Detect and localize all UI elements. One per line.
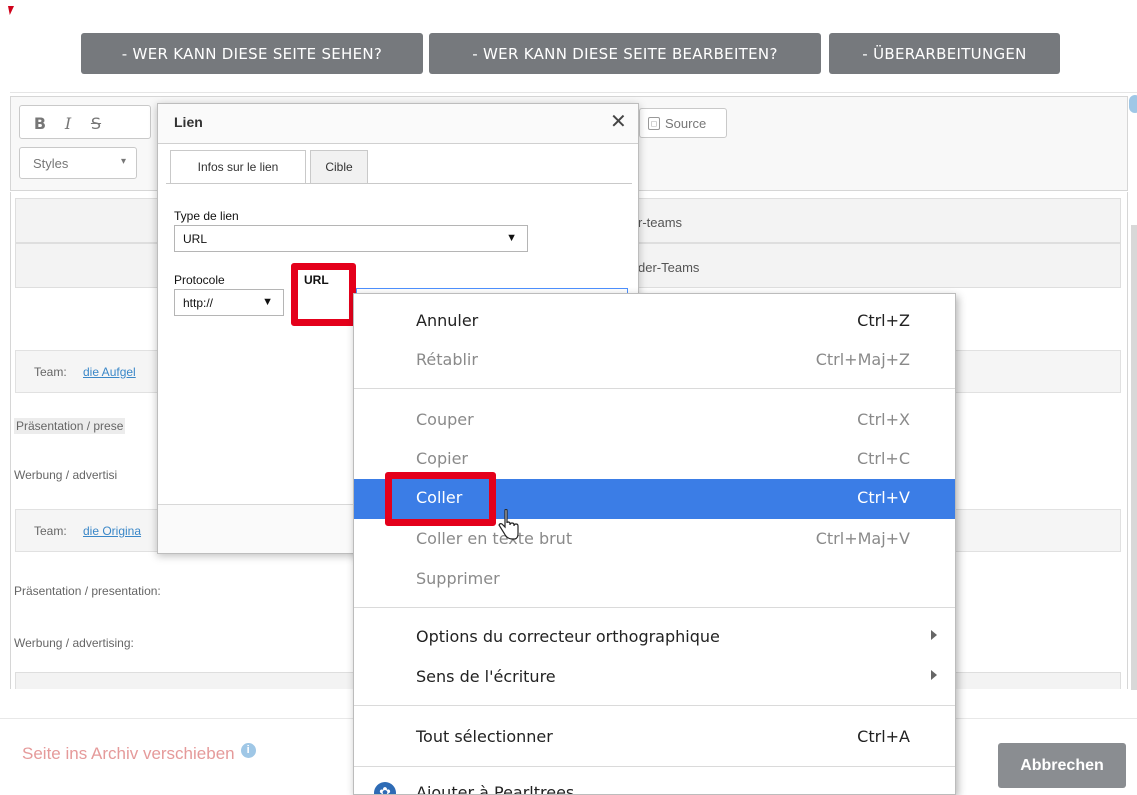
url-highlight-box xyxy=(291,263,356,326)
archive-page-link[interactable]: Seite ins Archiv verschieben i xyxy=(22,742,256,764)
advertising-label: Werbung / advertisi xyxy=(14,468,118,482)
chevron-down-icon: ▾ xyxy=(120,156,126,167)
info-icon-partial xyxy=(1129,95,1137,113)
menu-separator xyxy=(354,607,955,608)
menu-item-shortcut: Ctrl+Maj+V xyxy=(815,529,910,548)
submenu-arrow-icon xyxy=(931,630,937,640)
styles-label: Styles xyxy=(33,155,69,171)
menu-item-label: Rétablir xyxy=(416,350,478,369)
menu-item-label: Ajouter à Pearltrees xyxy=(416,783,575,795)
chevron-down-icon: ▼ xyxy=(262,296,273,308)
format-button-group: B I S xyxy=(19,105,151,139)
link-type-select[interactable]: URL ▼ xyxy=(174,225,528,252)
strikethrough-icon[interactable]: S xyxy=(84,112,108,134)
menu-item-shortcut: Ctrl+Maj+Z xyxy=(815,350,910,369)
who-can-edit-button[interactable]: - WER KANN DIESE SEITE BEARBEITEN? xyxy=(429,33,821,74)
source-label: Source xyxy=(665,115,707,131)
menu-separator xyxy=(354,705,955,706)
menu-item-label: Options du correcteur orthographique xyxy=(416,627,720,646)
context-menu: Annuler Ctrl+Z Rétablir Ctrl+Maj+Z Coupe… xyxy=(353,293,956,795)
menu-item-undo[interactable]: Annuler Ctrl+Z xyxy=(354,302,955,341)
menu-item-redo[interactable]: Rétablir Ctrl+Maj+Z xyxy=(354,341,955,380)
menu-item-label: Tout sélectionner xyxy=(416,727,553,746)
close-icon[interactable]: ✕ xyxy=(610,109,627,134)
menu-item-shortcut: Ctrl+X xyxy=(857,410,910,429)
link-type-label: Type de lien xyxy=(174,209,239,223)
menu-separator xyxy=(354,766,955,767)
team-link[interactable]: die Aufgel xyxy=(83,365,136,379)
presentation-label: Präsentation / prese xyxy=(14,418,126,434)
submenu-arrow-icon xyxy=(931,670,937,680)
menu-item-shortcut: Ctrl+C xyxy=(856,449,910,468)
menu-item-add-pearltrees[interactable]: ✿ Ajouter à Pearltrees xyxy=(354,774,955,795)
menu-item-shortcut: Ctrl+V xyxy=(857,488,910,507)
menu-item-label: Couper xyxy=(416,410,474,429)
menu-item-delete[interactable]: Supprimer xyxy=(354,560,955,599)
top-divider xyxy=(10,92,1137,93)
archive-label: Seite ins Archiv verschieben xyxy=(22,744,235,763)
advertising-label: Werbung / advertising: xyxy=(14,636,134,650)
styles-dropdown[interactable]: Styles ▾ xyxy=(19,147,137,179)
protocol-select[interactable]: http:// ▼ xyxy=(174,289,284,316)
dialog-title-bar[interactable]: Lien ✕ xyxy=(158,104,638,144)
info-icon[interactable]: i xyxy=(240,742,256,758)
menu-item-select-all[interactable]: Tout sélectionner Ctrl+A xyxy=(354,718,955,757)
revisions-button[interactable]: - ÜBERARBEITUNGEN xyxy=(829,33,1060,74)
tab-target[interactable]: Cible xyxy=(310,150,368,184)
menu-item-label: Coller en texte brut xyxy=(416,529,573,548)
menu-item-label: Sens de l'écriture xyxy=(416,667,556,686)
scrollbar[interactable] xyxy=(1131,225,1137,690)
mouse-cursor-icon xyxy=(498,509,519,540)
source-icon: ◻ xyxy=(648,116,660,130)
menu-item-shortcut: Ctrl+A xyxy=(857,727,910,746)
cancel-button[interactable]: Abbrechen xyxy=(998,743,1126,788)
table-cell-text: der-Teams xyxy=(638,260,700,275)
bold-icon[interactable]: B xyxy=(28,112,52,134)
protocol-label: Protocole xyxy=(174,273,225,287)
chevron-down-icon: ▼ xyxy=(506,232,517,244)
menu-separator xyxy=(354,388,955,389)
presentation-label: Präsentation / presentation: xyxy=(14,584,161,598)
italic-icon[interactable]: I xyxy=(56,112,80,134)
link-type-value: URL xyxy=(183,231,208,246)
table-cell-text: r-teams xyxy=(638,215,683,230)
who-can-see-button[interactable]: - WER KANN DIESE SEITE SEHEN? xyxy=(81,33,423,74)
tab-link-info[interactable]: Infos sur le lien xyxy=(170,150,306,184)
team-prefix: Team: xyxy=(34,365,67,379)
permissions-bar: - WER KANN DIESE SEITE SEHEN? - WER KANN… xyxy=(0,0,1137,92)
team-link[interactable]: die Origina xyxy=(83,524,141,538)
paste-highlight-box xyxy=(385,472,496,526)
menu-item-cut[interactable]: Couper Ctrl+X xyxy=(354,401,955,440)
menu-item-shortcut: Ctrl+Z xyxy=(857,311,910,330)
team-prefix: Team: xyxy=(34,524,67,538)
source-button[interactable]: ◻ Source xyxy=(639,108,727,138)
menu-item-label: Copier xyxy=(416,449,468,468)
menu-item-writing-direction[interactable]: Sens de l'écriture xyxy=(354,658,955,697)
menu-item-spellcheck-options[interactable]: Options du correcteur orthographique xyxy=(354,618,955,657)
protocol-value: http:// xyxy=(183,295,214,310)
menu-item-label: Annuler xyxy=(416,311,479,330)
menu-item-label: Supprimer xyxy=(416,569,500,588)
dialog-title: Lien xyxy=(174,114,203,130)
pearltrees-icon: ✿ xyxy=(374,782,396,794)
